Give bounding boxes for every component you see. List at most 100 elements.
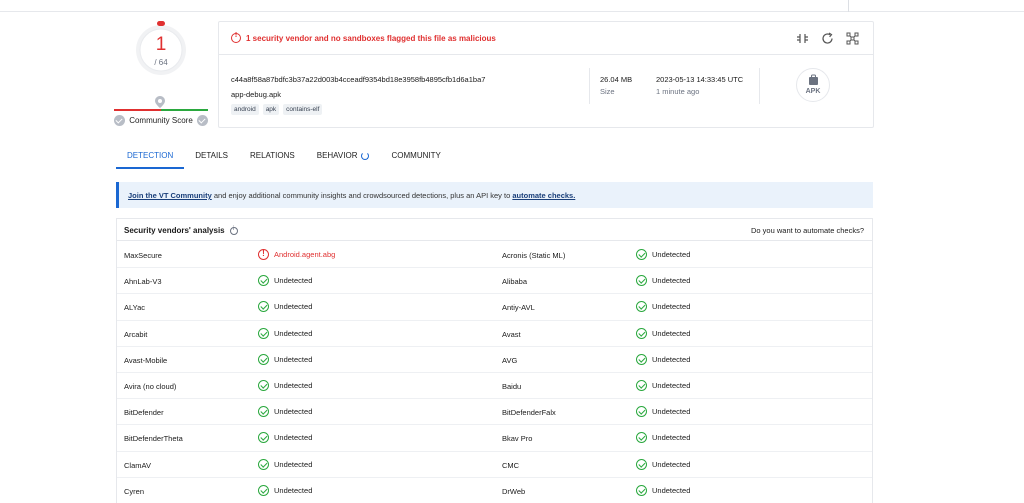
- scan-date-relative: 1 minute ago: [656, 87, 700, 96]
- detection-result: Undetected: [636, 301, 691, 313]
- analysis-title-text: Security vendors' analysis: [124, 226, 225, 235]
- table-row: BitDefenderTheta Undetected Bkav Pro Undete…: [117, 425, 872, 452]
- vendor-name: CMC: [502, 460, 520, 470]
- file-summary-card: 1 security vendor and no sandboxes flagg…: [218, 21, 874, 128]
- detection-result: Undetected: [636, 379, 691, 391]
- detection-result: Undetected: [258, 458, 313, 470]
- file-type-icon: [809, 74, 818, 85]
- check-icon: [636, 353, 647, 365]
- automate-checks-prompt[interactable]: Do you want to automate checks?: [751, 226, 864, 235]
- result-text: Undetected: [274, 302, 313, 312]
- check-icon: [636, 327, 647, 339]
- result-text: Undetected: [652, 407, 691, 417]
- check-icon: [636, 458, 647, 470]
- detection-score: 1 / 64 Community Score: [114, 18, 208, 128]
- detection-result: Undetected: [636, 406, 691, 418]
- check-icon: [258, 432, 269, 444]
- detection-result: Undetected: [258, 379, 313, 391]
- tab-relations[interactable]: RELATIONS: [239, 147, 306, 169]
- tab-label: BEHAVIOR: [316, 151, 358, 160]
- detection-result: Undetected: [636, 353, 690, 365]
- tab-behavior[interactable]: BEHAVIOR: [306, 147, 381, 169]
- vendor-rows: MaxSecure Android.agent.abg Acronis (Stati…: [117, 242, 872, 503]
- table-row: Cyren Undetected DrWeb Undetected: [117, 478, 872, 503]
- tab-label: DETAILS: [195, 151, 228, 160]
- detection-result: Undetected: [636, 484, 690, 496]
- vendor-name: AhnLab-V3: [124, 277, 162, 287]
- reanalyze-icon[interactable]: [821, 32, 834, 45]
- vendors-analysis: Security vendors' analysis Do you want t…: [116, 218, 873, 503]
- tab-community[interactable]: COMMUNITY: [380, 147, 451, 169]
- table-row: ALYac Undetected Antiy-AVL Undetected: [117, 294, 872, 321]
- check-icon: [258, 379, 269, 391]
- summary-header: 1 security vendor and no sandboxes flagg…: [219, 22, 873, 55]
- check-icon: [636, 484, 647, 496]
- file-hash[interactable]: c44a8f58a87bdfc3b37a22d003b4cceadf9354bd…: [231, 75, 485, 84]
- file-size-label: Size: [600, 87, 615, 96]
- vendor-name: Arcabit: [124, 329, 148, 339]
- tag-contains-elf[interactable]: contains-elf: [283, 104, 323, 115]
- result-text: Undetected: [274, 459, 313, 469]
- report-tabs: DETECTION DETAILS RELATIONS BEHAVIOR COM…: [116, 147, 452, 169]
- vendor-name: Avast: [502, 329, 521, 339]
- check-icon: [258, 484, 269, 496]
- info-icon[interactable]: [229, 226, 238, 235]
- vendor-name: BitDefenderFalx: [502, 408, 556, 418]
- table-row: MaxSecure Android.agent.abg Acronis (Stati…: [117, 242, 872, 269]
- tab-label: DETECTION: [127, 151, 174, 160]
- tab-detection[interactable]: DETECTION: [116, 147, 185, 169]
- detection-result: Undetected: [258, 301, 313, 313]
- result-text: Undetected: [274, 433, 313, 443]
- result-text[interactable]: Android.agent.abg: [274, 250, 335, 259]
- result-text: Undetected: [652, 328, 691, 338]
- compare-icon[interactable]: [796, 32, 809, 45]
- alert-icon: [231, 32, 241, 43]
- vendor-name: Avira (no cloud): [124, 381, 177, 391]
- automate-checks-link[interactable]: automate checks.: [512, 191, 575, 200]
- vote-malicious-icon[interactable]: [196, 114, 208, 126]
- vendor-name: Cyren: [124, 486, 145, 496]
- file-type-badge: APK: [796, 68, 830, 102]
- check-icon: [258, 327, 269, 339]
- vendor-name: DrWeb: [502, 486, 526, 496]
- detection-result: Android.agent.abg: [258, 249, 335, 260]
- detection-result: Undetected: [258, 353, 312, 365]
- result-text: Undetected: [652, 380, 691, 390]
- result-text: Undetected: [274, 485, 313, 495]
- divider: [589, 68, 590, 104]
- tag-android[interactable]: android: [231, 104, 259, 115]
- check-icon: [636, 301, 647, 313]
- vendor-name: Baidu: [502, 381, 522, 391]
- detection-result: Undetected: [258, 484, 313, 496]
- analysis-title: Security vendors' analysis: [124, 226, 238, 235]
- tab-details[interactable]: DETAILS: [184, 147, 239, 169]
- detection-result: Undetected: [258, 327, 312, 339]
- banner-message: and enjoy additional community insights …: [211, 191, 513, 200]
- analysis-header: Security vendors' analysis Do you want t…: [117, 219, 872, 241]
- top-divider: [848, 0, 849, 12]
- table-row: Arcabit Undetected Avast Undetected: [117, 321, 872, 347]
- result-text: Undetected: [652, 433, 691, 443]
- tab-label: COMMUNITY: [391, 151, 441, 160]
- tag-apk[interactable]: apk: [262, 104, 280, 115]
- graph-icon[interactable]: [846, 32, 859, 45]
- result-text: Undetected: [274, 380, 313, 390]
- location-pin-icon: [155, 96, 165, 108]
- check-icon: [258, 406, 269, 418]
- vendor-name: Antiy-AVL: [502, 303, 535, 313]
- alert-text: 1 security vendor and no sandboxes flagg…: [246, 33, 496, 43]
- detection-result: Undetected: [258, 432, 313, 444]
- join-community-link[interactable]: Join the VT Community: [128, 191, 212, 200]
- table-row: Avira (no cloud) Undetected Baidu Undetecte…: [117, 373, 872, 400]
- divider: [759, 68, 760, 104]
- result-text: Undetected: [652, 302, 691, 312]
- tab-label: RELATIONS: [249, 151, 295, 160]
- vendor-name: ALYac: [124, 303, 145, 313]
- detection-result: Undetected: [636, 432, 691, 444]
- community-score-row: Community Score: [114, 114, 208, 126]
- result-text: Undetected: [274, 407, 313, 417]
- vote-harmless-icon[interactable]: [114, 114, 125, 126]
- check-icon: [258, 458, 269, 470]
- summary-tools: [796, 32, 859, 45]
- check-icon: [636, 406, 647, 418]
